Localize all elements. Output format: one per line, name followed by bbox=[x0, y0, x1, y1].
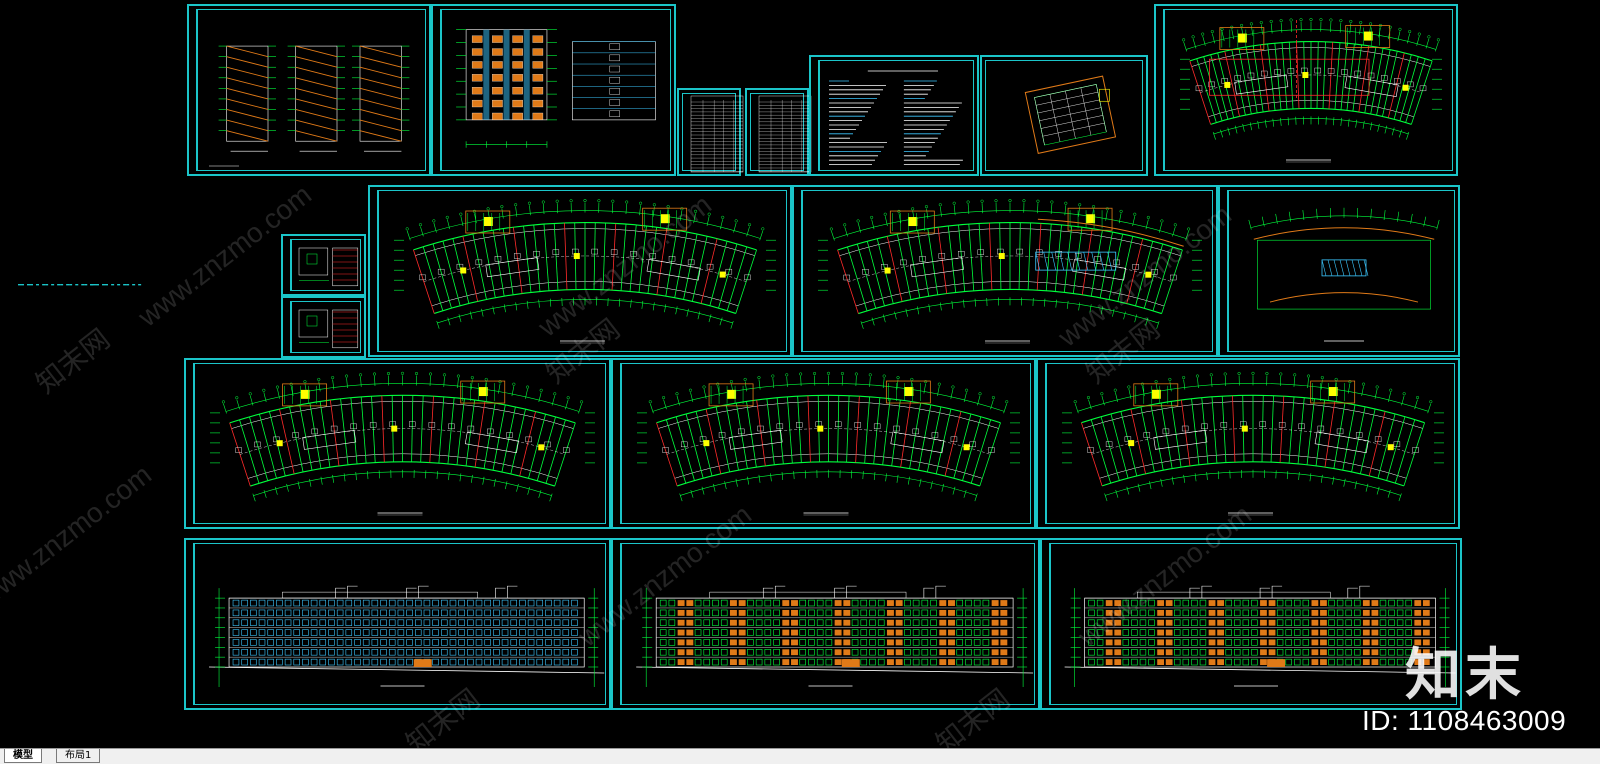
sheet-detail-b[interactable] bbox=[281, 296, 366, 358]
sheet-elevation-1[interactable] bbox=[184, 538, 611, 710]
tab-model[interactable]: 模型 bbox=[4, 749, 42, 763]
left-annotation: ▬▬ ▬▬ ▬ ▬▬ ▬ ▬▬ ▬▬ ▬ ▬▬ ▬ bbox=[18, 282, 93, 288]
sheet-design-notes[interactable] bbox=[809, 55, 979, 176]
watermark-diagonal-cn: 知末网 bbox=[27, 318, 118, 401]
model-space-canvas[interactable]: ▬▬ ▬▬ ▬ ▬▬ ▬ ▬▬ ▬▬ ▬ ▬▬ ▬ ▬▬▬ ▬▬ ▬ ▬ ▬▬ … bbox=[0, 0, 1600, 748]
left-annotation-2: ▬▬▬ ▬▬ ▬ ▬ ▬▬ ▬ ▬ bbox=[90, 282, 141, 288]
watermark-diagonal: www.znzmo.com bbox=[0, 459, 158, 614]
sheet-roof-plan[interactable] bbox=[1154, 4, 1458, 176]
sheet-door-window-table-1[interactable] bbox=[677, 88, 741, 176]
layout-tab-bar: 模型 布局1 bbox=[0, 748, 1600, 764]
sheet-roof-plan-2[interactable] bbox=[1218, 185, 1460, 357]
watermark-id: ID: 1108463009 bbox=[1362, 705, 1566, 737]
sheet-site-plan[interactable] bbox=[980, 55, 1148, 176]
sheet-section-elevation[interactable] bbox=[431, 4, 676, 176]
sheet-floor-plan-4[interactable] bbox=[611, 358, 1036, 529]
sheet-floor-plan-3[interactable] bbox=[184, 358, 611, 529]
brand-logo: 知末 bbox=[1405, 630, 1525, 711]
sheet-detail-a[interactable] bbox=[281, 234, 366, 296]
sheet-stair-sections[interactable] bbox=[187, 4, 431, 176]
sheet-door-window-table-2[interactable] bbox=[745, 88, 809, 176]
tab-layout1[interactable]: 布局1 bbox=[56, 749, 100, 763]
